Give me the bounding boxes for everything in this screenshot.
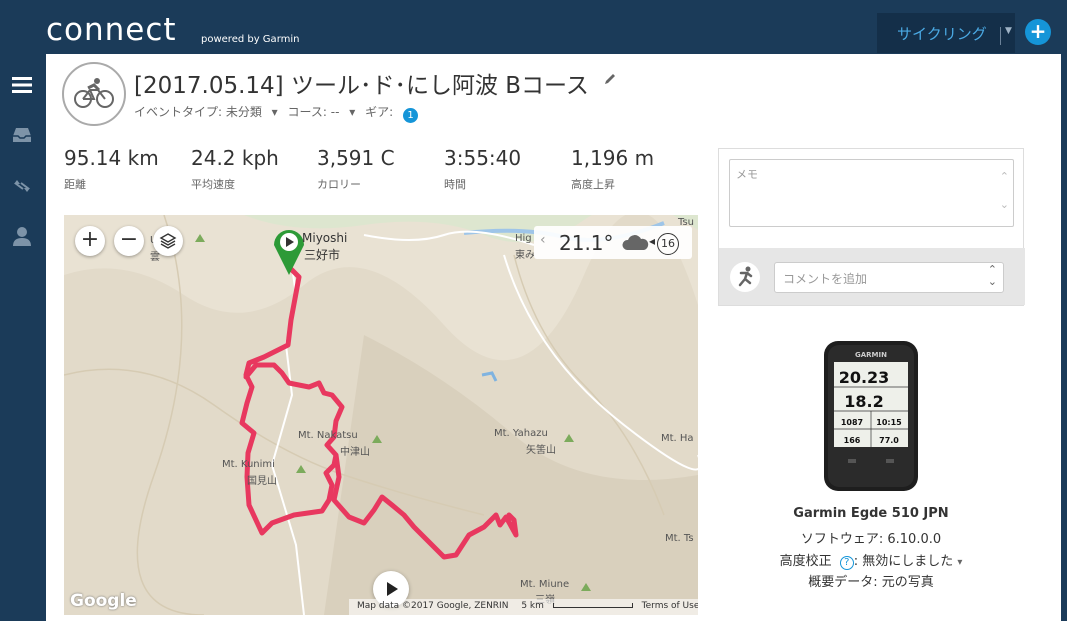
zoom-in-button[interactable]: +	[75, 226, 105, 256]
route-map[interactable]: Miyoshi 三好市 Mt. Nakatsu 中津山 Mt. Kunimi 国…	[64, 215, 698, 615]
activity-type-dropdown[interactable]: サイクリング ▼	[877, 13, 1015, 53]
map-label-kunimi: Mt. Kunimi	[222, 459, 275, 470]
course-dropdown[interactable]: コース: -- ▾	[288, 105, 356, 119]
chevron-down-icon[interactable]: ⌄	[1000, 198, 1009, 211]
zoom-out-button[interactable]: −	[114, 226, 144, 256]
summary-data: 概要データ: 元の写真	[808, 575, 934, 590]
device-field-6: 77.0	[879, 436, 899, 445]
logo-subtitle: powered by Garmin	[201, 34, 300, 45]
comment-input[interactable]: コメントを追加 ⌃ ⌄	[774, 262, 1004, 293]
device-field-5: 166	[844, 436, 861, 445]
chevron-down-icon[interactable]: ⌄	[988, 275, 997, 288]
sync-icon[interactable]	[11, 175, 33, 197]
stat-value: 1,196 m	[571, 146, 655, 170]
map-scale: 5 km	[521, 601, 544, 611]
altitude-calibration: 高度校正 ?: 無効にしました ▾	[718, 550, 1024, 570]
terms-link[interactable]: Terms of Use	[642, 601, 698, 611]
stat-value: 3,591 C	[317, 146, 395, 170]
activity-icon	[62, 62, 126, 126]
stat-calories: 3,591 C カロリー	[317, 146, 395, 192]
device-name: Garmin Egde 510 JPN	[793, 506, 949, 521]
map-attribution: Map data ©2017 Google, ZENRIN 5 km Terms…	[349, 599, 698, 615]
gear-count-badge: 1	[403, 108, 418, 123]
wind-direction-icon: ◂	[649, 234, 656, 248]
cloud-icon	[622, 235, 649, 250]
device-distance: 20.23	[839, 368, 890, 387]
memo-field[interactable]: メモ ⌃ ⌄	[729, 159, 1014, 227]
main-panel: [2017.05.14] ツール･ド･にし阿波 Bコース イベントタイプ: 未分…	[46, 54, 1061, 621]
layers-icon	[159, 233, 177, 249]
device-field-4: 10:15	[876, 418, 902, 427]
map-label-higashi: 東み	[515, 250, 535, 261]
altitude-value: : 無効にしました	[853, 554, 954, 569]
wind-speed: 16	[657, 233, 679, 255]
map-label-yahazu-jp: 矢筈山	[526, 445, 556, 456]
help-icon[interactable]: ?	[839, 556, 854, 570]
map-terrain	[64, 215, 698, 615]
map-label-miyoshi-jp: 三好市	[304, 248, 341, 262]
gear-selector[interactable]: ギア: 1	[365, 105, 424, 123]
device-software: ソフトウェア: 6.10.0.0	[800, 532, 942, 547]
activity-meta: イベントタイプ: 未分類 ▾ コース: -- ▾ ギア: 1	[134, 103, 430, 123]
memo-placeholder: メモ	[736, 168, 758, 181]
stat-distance: 95.14 km 距離	[64, 146, 159, 192]
menu-icon[interactable]	[11, 74, 33, 96]
map-label-kunimi-jp: 国見山	[247, 476, 277, 487]
sidebar	[0, 54, 46, 621]
stat-label: 高度上昇	[571, 178, 615, 191]
stat-value: 95.14 km	[64, 146, 159, 170]
notes-panel: メモ ⌃ ⌄ コメントを追加 ⌃ ⌄	[718, 148, 1025, 306]
map-label-miyoshi: Miyoshi	[302, 231, 348, 245]
map-label-miune: Mt. Miune	[520, 579, 570, 590]
google-logo: Google	[70, 591, 137, 611]
chevron-down-icon[interactable]: ▾	[957, 557, 962, 568]
map-label-mt-ha: Mt. Ha	[661, 433, 694, 444]
pencil-icon[interactable]	[603, 72, 617, 86]
chevron-down-icon: ▼	[1005, 26, 1012, 36]
bicycle-icon	[74, 78, 114, 108]
stat-time: 3:55:40 時間	[444, 146, 521, 192]
layers-button[interactable]	[153, 226, 183, 256]
stat-label: 距離	[64, 178, 86, 191]
connect-logo[interactable]: connect	[46, 12, 177, 48]
dropdown-divider	[1000, 27, 1001, 45]
device-brand: GARMIN	[855, 351, 887, 359]
map-label-nakatsu-jp: 中津山	[340, 447, 370, 458]
temperature: 21.1°	[559, 231, 614, 255]
stat-avg-speed: 24.2 kph 平均速度	[191, 146, 279, 192]
chevron-left-icon[interactable]: ‹	[540, 232, 546, 248]
altitude-label: 高度校正	[779, 554, 832, 569]
map-data-credit: Map data ©2017 Google, ZENRIN	[357, 601, 509, 611]
comment-bar: コメントを追加 ⌃ ⌄	[719, 248, 1025, 305]
scale-bar	[552, 603, 633, 608]
user-icon[interactable]	[11, 225, 33, 247]
activity-type-label: サイクリング	[897, 25, 987, 43]
stat-value: 24.2 kph	[191, 146, 279, 170]
top-bar: connect powered by Garmin サイクリング ▼ +	[0, 0, 1067, 54]
stat-value: 3:55:40	[444, 146, 522, 170]
device-field-3: 1087	[841, 418, 863, 427]
device-speed: 18.2	[844, 392, 883, 411]
stat-elevation-gain: 1,196 m 高度上昇	[571, 146, 654, 192]
stat-label: 時間	[444, 178, 466, 191]
event-type-dropdown[interactable]: イベントタイプ: 未分類 ▾	[134, 105, 278, 119]
activity-title: [2017.05.14] ツール･ド･にし阿波 Bコース	[134, 73, 589, 99]
stat-label: 平均速度	[191, 178, 235, 191]
inbox-icon[interactable]	[11, 124, 33, 146]
chevron-up-icon[interactable]: ⌃	[1000, 170, 1009, 183]
map-label-mt-ts: Mt. Ts	[665, 533, 694, 544]
comment-placeholder: コメントを追加	[783, 272, 868, 286]
add-button[interactable]: +	[1025, 19, 1051, 45]
map-label-hig: Hig	[515, 233, 532, 244]
runner-icon	[730, 262, 760, 292]
weather-widget: ‹ 21.1° ◂ 16	[534, 226, 692, 259]
map-label-nakatsu: Mt. Nakatsu	[298, 430, 358, 441]
map-label-yahazu: Mt. Yahazu	[494, 428, 548, 439]
stat-label: カロリー	[317, 178, 361, 191]
device-image: GARMIN 20.23 18.2 1087 10:15 166 77.0	[824, 341, 918, 491]
